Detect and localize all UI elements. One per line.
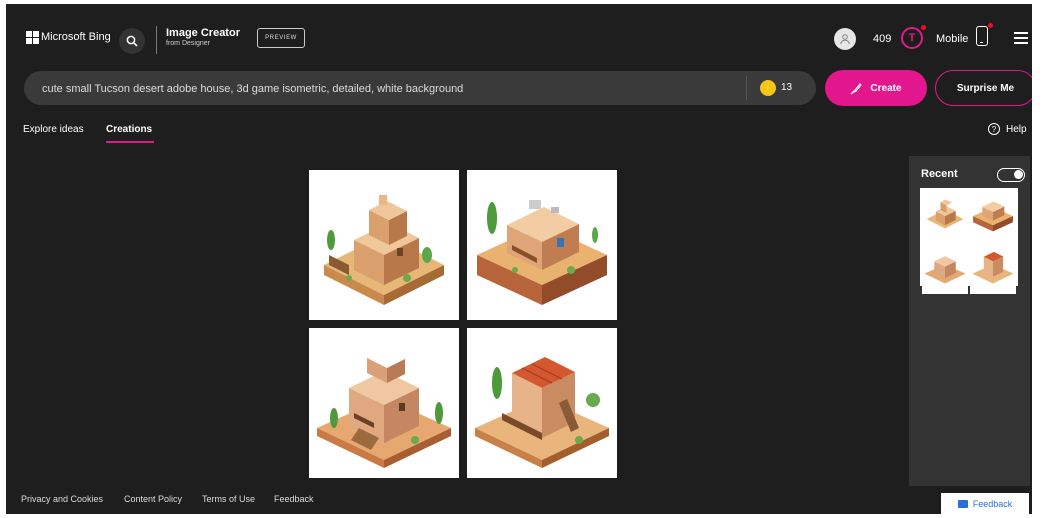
- preview-badge: PREVIEW: [257, 28, 305, 48]
- create-button[interactable]: Create: [825, 70, 927, 106]
- image-creator-title[interactable]: Image Creator from Designer: [166, 27, 240, 47]
- product-subtitle: from Designer: [166, 40, 210, 47]
- search-button[interactable]: [119, 28, 145, 54]
- product-title: Image Creator: [166, 27, 240, 39]
- result-image-3[interactable]: [309, 328, 459, 478]
- adobe-house-illustration: [475, 357, 609, 468]
- help-label: Help: [1006, 123, 1027, 135]
- thumbnail-4: [970, 243, 1016, 294]
- footer-link-privacy[interactable]: Privacy and Cookies: [21, 494, 103, 504]
- feedback-button[interactable]: Feedback: [941, 493, 1029, 515]
- footer-link-terms[interactable]: Terms of Use: [202, 494, 255, 504]
- user-avatar[interactable]: [834, 28, 856, 50]
- recent-panel: Recent: [909, 156, 1030, 486]
- header-divider: [156, 26, 157, 54]
- phone-icon[interactable]: [976, 26, 988, 46]
- user-icon: [840, 34, 850, 45]
- rewards-notification-dot: [921, 25, 926, 30]
- boost-divider: [746, 76, 747, 100]
- thumbnail-1: [922, 190, 968, 241]
- feedback-button-label: Feedback: [972, 499, 1013, 509]
- app-window: Microsoft Bing Image Creator from Design…: [6, 4, 1032, 514]
- thumbnail-3: [922, 243, 968, 294]
- rewards-trophy-icon[interactable]: T: [901, 27, 923, 49]
- recent-toggle[interactable]: [997, 168, 1025, 182]
- thumbnail-2: [970, 190, 1016, 241]
- bing-logo[interactable]: Microsoft Bing: [26, 31, 111, 44]
- footer-link-feedback[interactable]: Feedback: [274, 494, 314, 504]
- brush-icon: [851, 82, 863, 94]
- question-mark-icon: ?: [988, 123, 1000, 135]
- active-tab-indicator: [106, 141, 154, 143]
- tab-explore-ideas[interactable]: Explore ideas: [23, 124, 84, 135]
- help-link[interactable]: ? Help: [988, 123, 1027, 135]
- chat-bubble-icon: [957, 500, 968, 508]
- adobe-house-illustration: [317, 358, 451, 468]
- prompt-bar: ⚡ 13: [24, 71, 816, 107]
- microsoft-logo-icon: [26, 31, 39, 44]
- recent-label: Recent: [921, 168, 958, 180]
- boost-count: 13: [781, 82, 793, 93]
- result-image-2[interactable]: [467, 170, 617, 320]
- hamburger-menu-icon[interactable]: [1014, 32, 1028, 44]
- footer: Privacy and Cookies Content Policy Terms…: [6, 487, 1032, 514]
- recent-creation-thumbnail[interactable]: [920, 188, 1018, 294]
- rewards-points[interactable]: 409: [873, 33, 891, 45]
- brand-name: Microsoft Bing: [41, 31, 111, 43]
- footer-link-content-policy[interactable]: Content Policy: [124, 494, 182, 504]
- adobe-house-illustration: [477, 200, 607, 305]
- result-image-4[interactable]: [467, 328, 617, 478]
- prompt-input[interactable]: [40, 71, 744, 107]
- surprise-me-button[interactable]: Surprise Me: [935, 70, 1032, 106]
- create-label: Create: [870, 82, 902, 94]
- adobe-house-illustration: [324, 195, 444, 305]
- boost-coin-icon[interactable]: ⚡: [760, 80, 776, 96]
- mobile-label[interactable]: Mobile: [936, 33, 968, 45]
- tab-creations[interactable]: Creations: [106, 124, 152, 135]
- top-header: Microsoft Bing Image Creator from Design…: [6, 4, 1032, 72]
- result-image-1[interactable]: [309, 170, 459, 320]
- mobile-notification-dot: [988, 23, 993, 28]
- search-icon: [126, 35, 138, 47]
